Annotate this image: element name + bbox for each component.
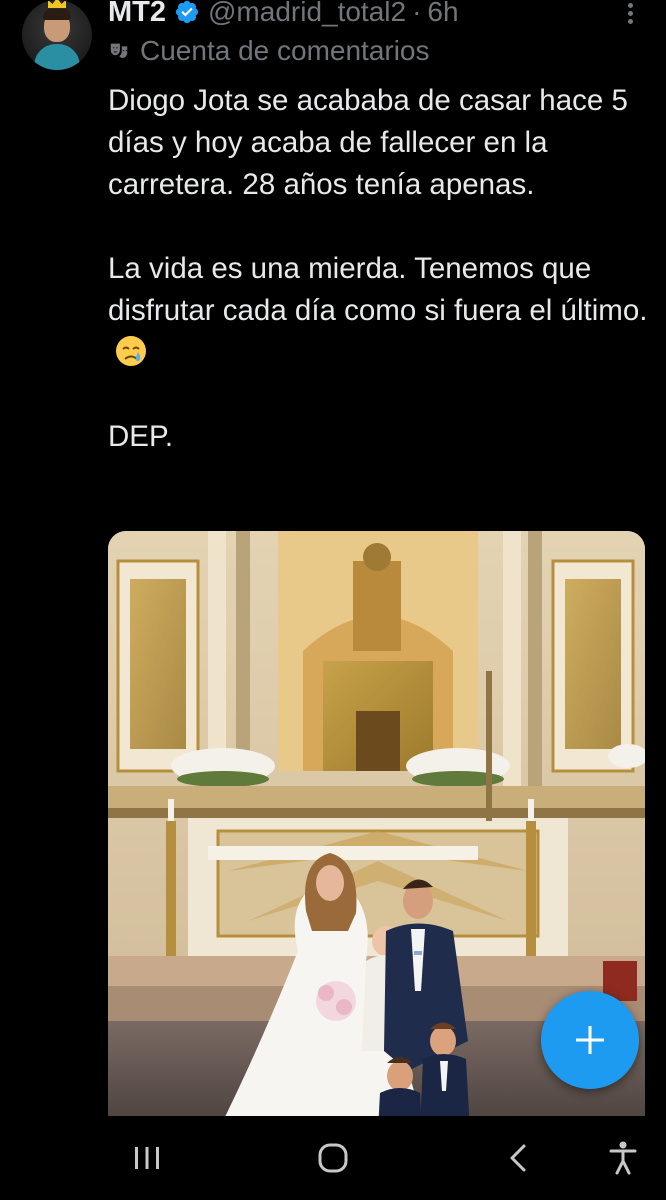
- compose-button[interactable]: [541, 991, 639, 1089]
- account-label: Cuenta de comentarios: [140, 35, 430, 66]
- crying-face-emoji: [114, 334, 148, 368]
- tweet-header: MT2 @madrid_total2 · 6h: [108, 0, 459, 30]
- tweet-paragraph: La vida es una mierda. Tenemos que disfr…: [108, 248, 648, 374]
- display-name[interactable]: MT2: [108, 0, 166, 29]
- accessibility-icon[interactable]: [598, 1138, 648, 1178]
- recent-apps-icon[interactable]: [122, 1138, 172, 1178]
- plus-icon: [576, 1026, 604, 1054]
- avatar-icon[interactable]: [22, 0, 92, 70]
- separator-dot: ·: [412, 0, 422, 27]
- account-label-row: Cuenta de comentarios: [108, 34, 430, 68]
- timestamp[interactable]: 6h: [427, 0, 458, 28]
- screen: MT2 @madrid_total2 · 6h Cuenta de coment…: [0, 0, 666, 1200]
- theater-mask-icon: [108, 40, 130, 62]
- tweet-paragraph: Diogo Jota se acababa de casar hace 5 dí…: [108, 84, 628, 201]
- crown-icon: [48, 0, 66, 8]
- verified-badge-icon: [174, 0, 200, 25]
- system-navigation-bar: [0, 1116, 666, 1200]
- tweet-paragraph: DEP.: [108, 420, 174, 453]
- home-icon[interactable]: [308, 1138, 358, 1178]
- more-options-icon[interactable]: [620, 0, 640, 30]
- tweet-paragraph-text: La vida es una mierda. Tenemos que disfr…: [108, 252, 648, 327]
- back-icon[interactable]: [494, 1138, 544, 1178]
- tweet-body: Diogo Jota se acababa de casar hace 5 dí…: [108, 80, 648, 458]
- user-handle[interactable]: @madrid_total2: [208, 0, 406, 28]
